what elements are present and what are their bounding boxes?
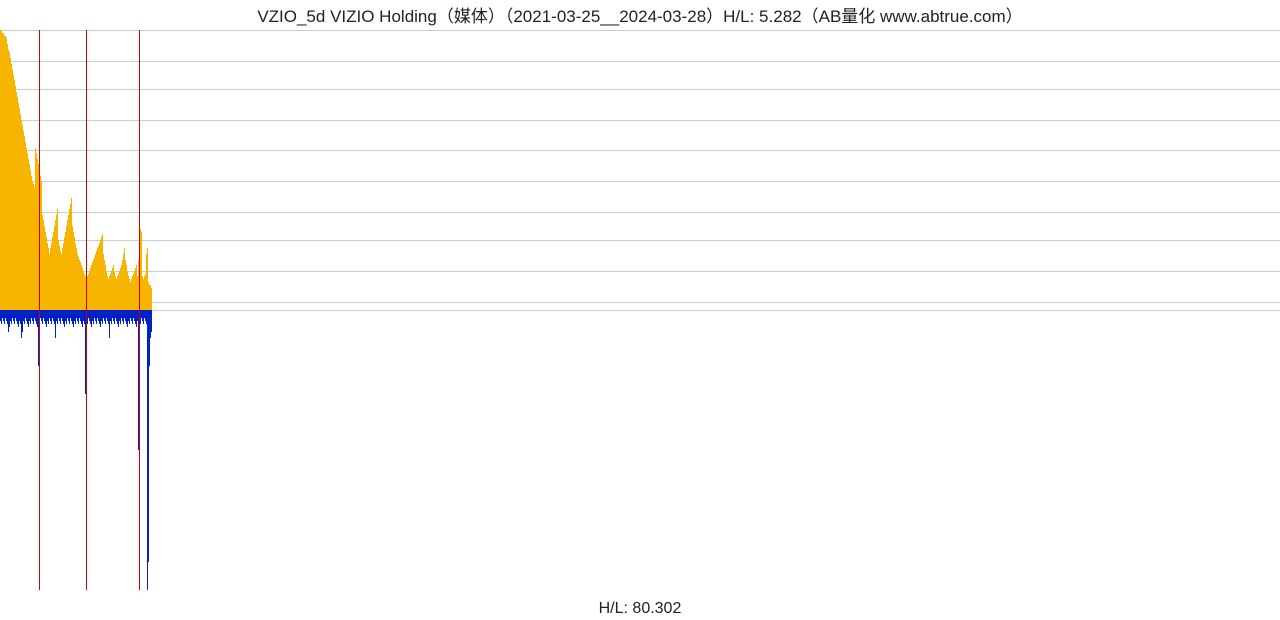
- chart-footer: H/L: 80.302: [0, 600, 1280, 618]
- baseline: [0, 310, 1280, 311]
- gridline: [0, 302, 1280, 303]
- chart-area: [0, 30, 1280, 590]
- gridline: [0, 240, 1280, 241]
- red-marker: [39, 30, 40, 590]
- gridline: [0, 150, 1280, 151]
- gridline: [0, 181, 1280, 182]
- chart-title: VZIO_5d VIZIO Holding（媒体）（2021-03-25__20…: [0, 2, 1280, 27]
- red-marker: [139, 30, 140, 590]
- gridline: [0, 61, 1280, 62]
- bar-up: [151, 288, 152, 310]
- gridline: [0, 212, 1280, 213]
- gridline: [0, 89, 1280, 90]
- gridline: [0, 271, 1280, 272]
- gridline: [0, 120, 1280, 121]
- bar-down: [151, 310, 152, 332]
- red-marker: [86, 30, 87, 590]
- gridline: [0, 30, 1280, 31]
